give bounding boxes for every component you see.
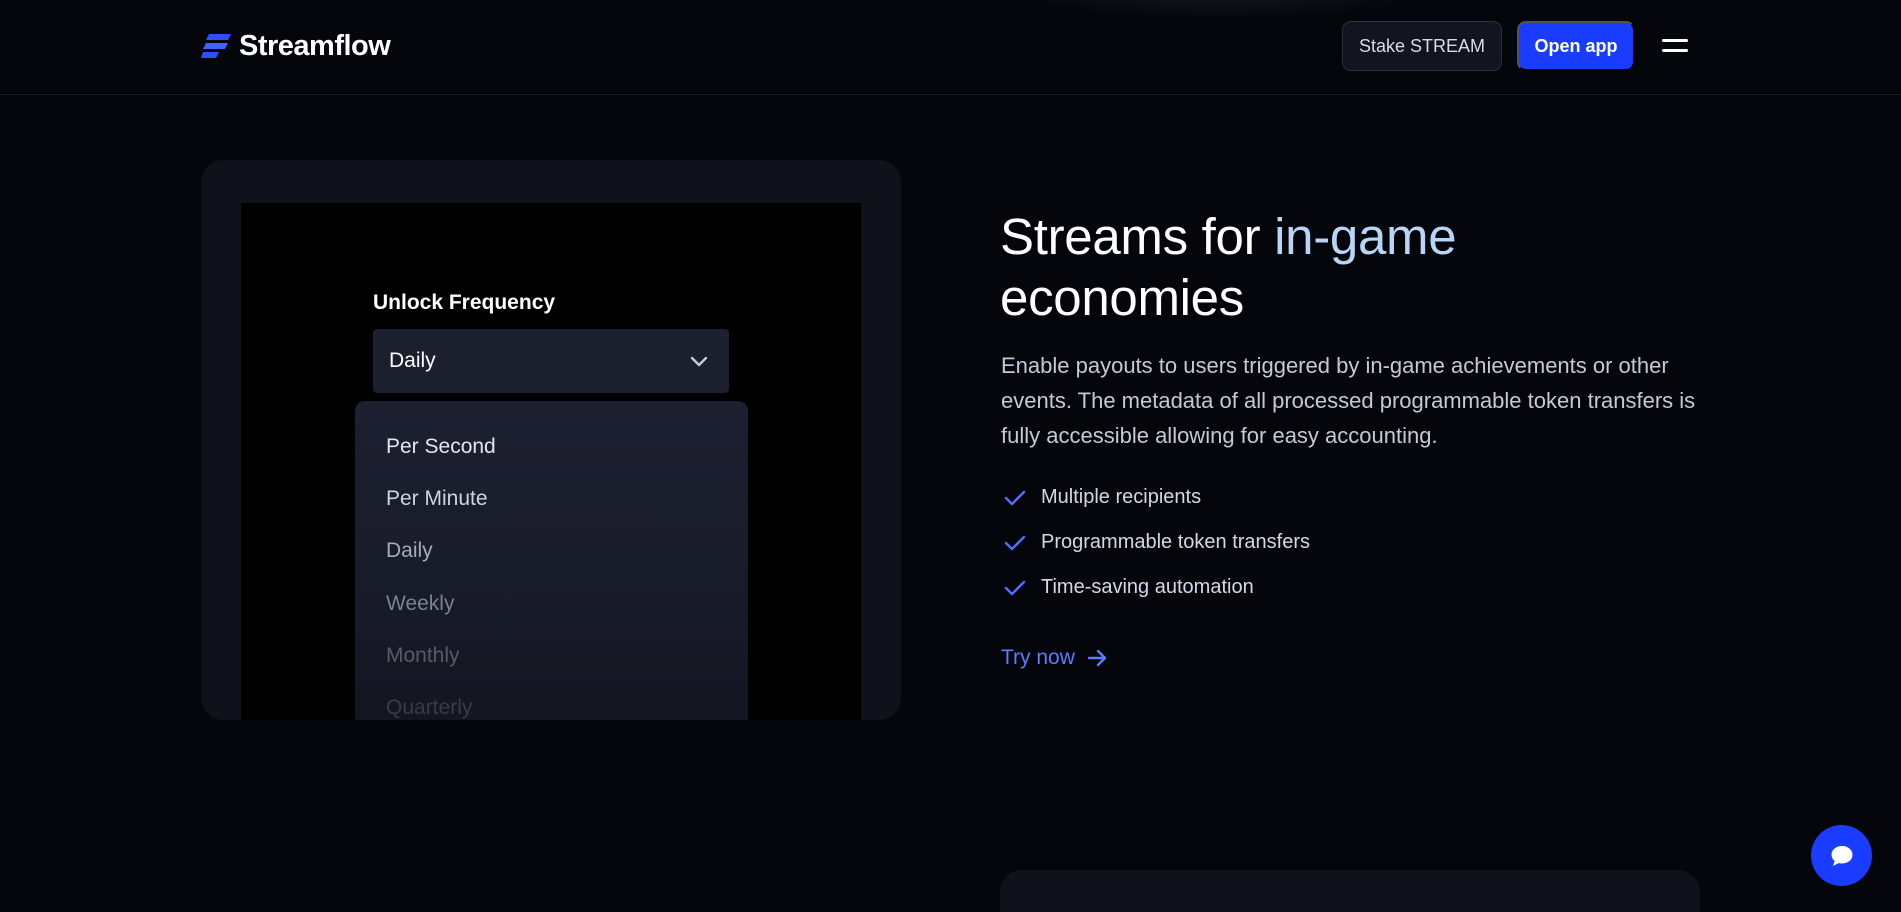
feature-item: Multiple recipients <box>1003 475 1310 520</box>
page: Streamflow Stake STREAM Open app Unlock … <box>0 0 1901 912</box>
option-item: Per Second <box>386 435 496 458</box>
feature-text: Time-saving automation <box>1041 576 1254 598</box>
section-headline: Streams for in-game economies <box>1000 206 1720 328</box>
site-header: Streamflow Stake STREAM Open app <box>0 0 1901 95</box>
illustration-canvas: Unlock Frequency Daily Per Second Per Mi… <box>241 203 861 720</box>
unlock-frequency-select: Daily <box>373 329 729 393</box>
feature-text: Multiple recipients <box>1041 486 1202 508</box>
check-icon <box>1004 490 1026 505</box>
stake-stream-button[interactable]: Stake STREAM <box>1342 21 1502 71</box>
unlock-frequency-label: Unlock Frequency <box>373 291 556 314</box>
option-item: Weekly <box>386 592 455 615</box>
chevron-down-icon <box>690 356 708 367</box>
selected-value: Daily <box>389 349 436 372</box>
option-item: Per Minute <box>386 487 488 510</box>
chat-widget-button[interactable] <box>1811 825 1872 886</box>
header-glow <box>1010 0 1430 20</box>
headline-part2: economies <box>1000 269 1244 326</box>
feature-item: Programmable token transfers <box>1003 520 1310 565</box>
check-icon <box>1004 535 1026 550</box>
feature-list: Multiple recipients Programmable token t… <box>1003 475 1310 610</box>
frequency-options-list: Per Second Per Minute Daily Weekly Month… <box>355 401 748 720</box>
chat-bubble-icon <box>1831 845 1852 866</box>
brand-logo[interactable]: Streamflow <box>201 28 391 64</box>
section-description: Enable payouts to users triggered by in-… <box>1001 353 1696 448</box>
brand-name: Streamflow <box>239 29 391 62</box>
headline-accent: in-game <box>1274 208 1457 265</box>
feature-illustration-card: Unlock Frequency Daily Per Second Per Mi… <box>201 160 901 720</box>
option-item: Quarterly <box>386 696 473 719</box>
streamflow-logo-icon <box>201 34 231 58</box>
headline-part1: Streams for <box>1000 208 1275 265</box>
feature-item: Time-saving automation <box>1003 565 1310 610</box>
open-app-button[interactable]: Open app <box>1517 21 1635 71</box>
option-item: Monthly <box>386 644 460 667</box>
arrow-right-icon <box>1087 649 1107 667</box>
try-now-label: Try now <box>1001 646 1075 669</box>
hamburger-icon[interactable] <box>1660 34 1690 58</box>
option-item: Daily <box>386 539 433 562</box>
try-now-link[interactable]: Try now <box>1001 646 1109 670</box>
check-icon <box>1004 580 1026 595</box>
feature-text: Programmable token transfers <box>1041 531 1311 553</box>
next-section-card <box>1000 870 1700 912</box>
